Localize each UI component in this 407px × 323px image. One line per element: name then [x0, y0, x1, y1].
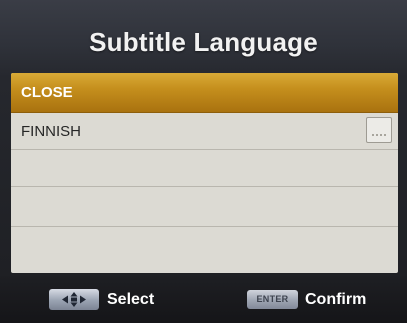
list-item-empty[interactable]	[11, 150, 398, 187]
list-item-label: CLOSE	[21, 84, 73, 101]
language-list: CLOSE FINNISH	[11, 73, 398, 273]
dialog-title: Subtitle Language	[89, 27, 318, 57]
enter-key-icon: ENTER	[247, 290, 298, 309]
list-item-empty[interactable]	[11, 190, 398, 227]
directional-pad-icon	[49, 289, 99, 310]
list-item-empty[interactable]	[11, 230, 398, 267]
list-item-close[interactable]: CLOSE	[11, 73, 398, 113]
tv-screen: Subtitle Language CLOSE FINNISH Select E…	[0, 0, 407, 323]
list-item-finnish[interactable]: FINNISH	[11, 113, 398, 150]
confirm-hint-label: Confirm	[305, 291, 367, 308]
subtitle-track-icon	[366, 117, 392, 143]
select-hint-label: Select	[107, 291, 155, 308]
list-item-label: FINNISH	[21, 122, 81, 140]
